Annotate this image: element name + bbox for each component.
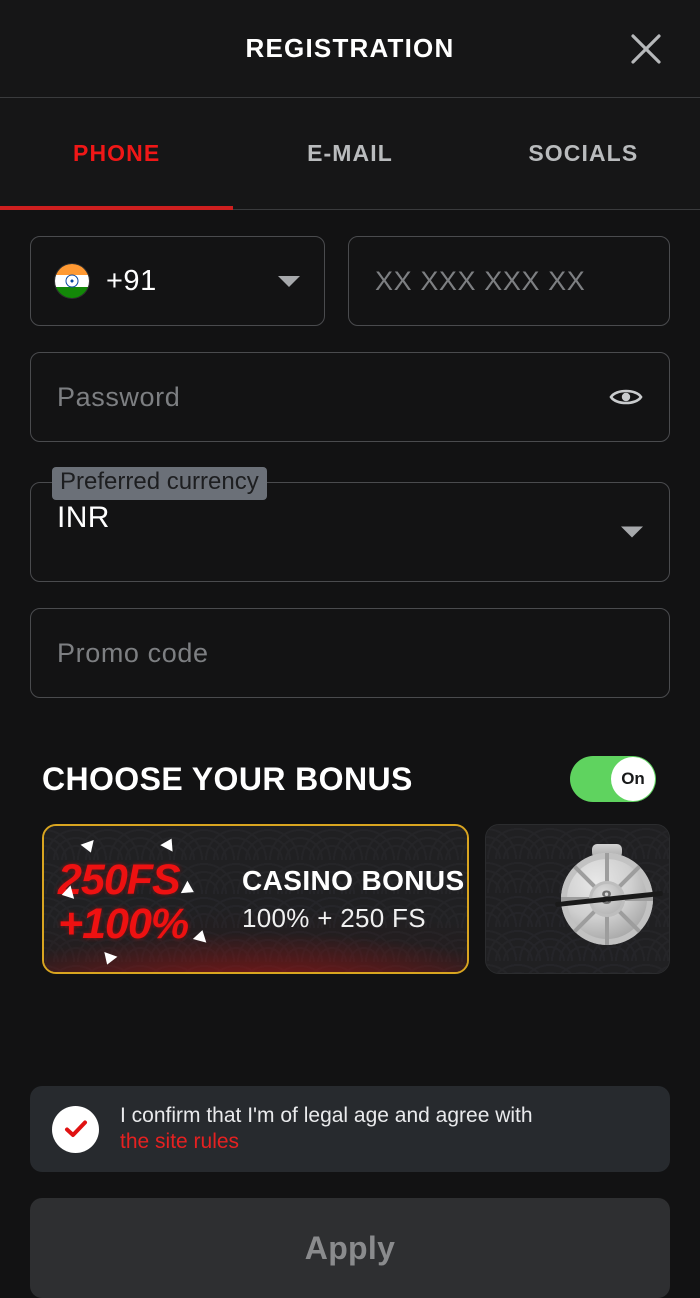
bonus-header: CHOOSE YOUR BONUS On [30,756,670,802]
bonus-art: 250FS +100% [44,826,232,972]
bonus-toggle-label: On [611,757,655,801]
bonus-section-title: CHOOSE YOUR BONUS [42,760,413,797]
eye-icon [609,389,643,405]
registration-tabs: PHONE E-MAIL SOCIALS [0,98,700,210]
close-icon [631,33,661,64]
consent-text: I confirm that I'm of legal age and agre… [120,1103,533,1127]
sparkle-icon [192,928,210,943]
bonus-card-carousel[interactable]: 250FS +100% CASINO BONUS 100% + 250 FS [30,824,670,974]
bonus-card-subtitle: 100% + 250 FS [242,902,426,933]
bonus-toggle[interactable]: On [570,756,656,802]
tab-phone[interactable]: PHONE [0,98,233,209]
currency-select[interactable]: Preferred currency INR [30,467,670,582]
phone-number-input[interactable]: XX XXX XXX XX [348,236,670,326]
password-input[interactable]: Password [30,352,670,442]
registration-form: +91 XX XXX XXX XX Password Preferred cur… [0,210,700,974]
tab-email[interactable]: E-MAIL [233,98,466,209]
bonus-card-next[interactable]: 8 [485,824,670,974]
modal-header: REGISTRATION [0,0,700,98]
password-reveal-button[interactable] [609,385,643,409]
bonus-art-line-2: +100% [58,900,189,948]
page-title: REGISTRATION [245,33,455,63]
consent-checkbox[interactable] [52,1105,99,1153]
promo-code-input[interactable]: Promo code [30,608,670,698]
sparkle-icon [180,880,198,899]
chevron-down-icon [278,275,300,287]
bonus-card-title: CASINO BONUS [242,864,465,896]
india-flag-icon [55,264,89,298]
country-code-value: +91 [106,264,157,297]
phone-placeholder: XX XXX XXX XX [375,265,586,296]
sparkle-icon [160,835,178,852]
sparkle-icon [80,839,98,856]
password-placeholder: Password [57,381,181,412]
country-code-select[interactable]: +91 [30,236,325,326]
apply-button[interactable]: Apply [30,1198,670,1298]
promo-placeholder: Promo code [57,637,209,668]
roulette-wheel-icon: 8 [554,844,663,945]
bonus-art-line-1: 250FS [58,856,181,904]
close-button[interactable] [620,23,672,75]
checkmark-icon [64,1120,87,1137]
site-rules-link[interactable]: the site rules [120,1130,239,1153]
phone-row: +91 XX XXX XXX XX [30,236,670,326]
active-tab-indicator [0,206,233,210]
currency-label: Preferred currency [52,467,267,500]
bonus-card-casino[interactable]: 250FS +100% CASINO BONUS 100% + 250 FS [42,824,469,974]
sparkle-icon [100,951,118,968]
tab-socials[interactable]: SOCIALS [467,98,700,209]
chevron-down-icon [621,526,643,538]
age-consent-row[interactable]: I confirm that I'm of legal age and agre… [30,1086,670,1172]
currency-value: INR [57,501,110,534]
